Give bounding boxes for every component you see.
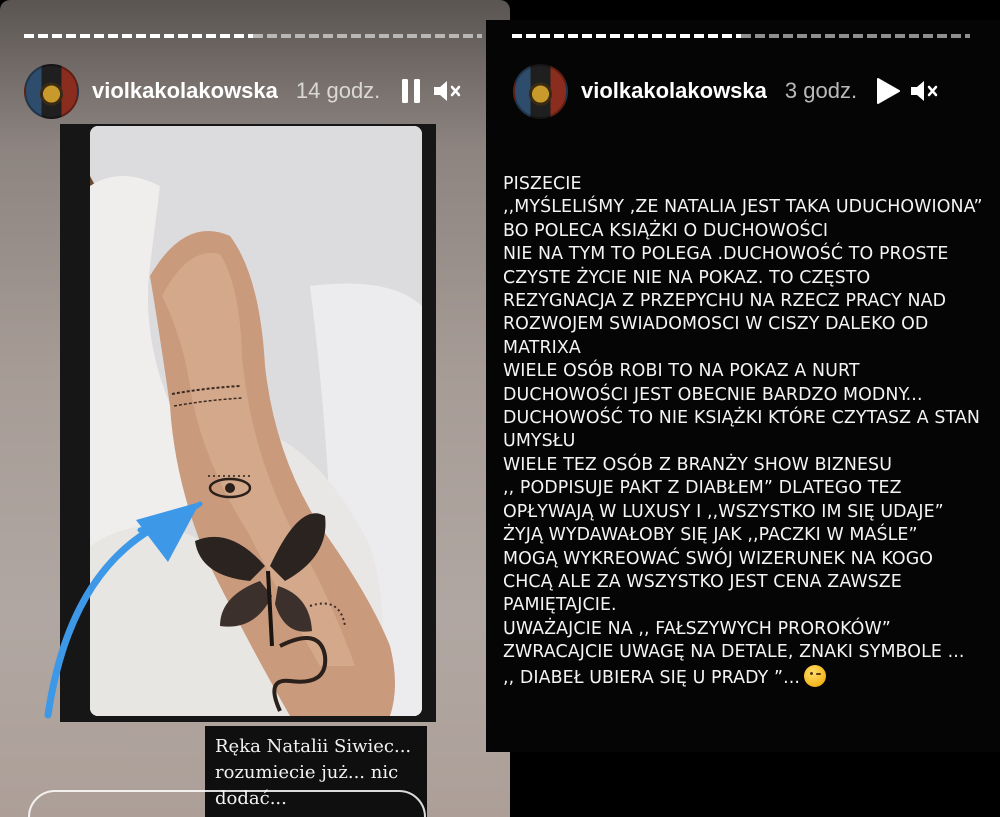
story-text: PISZECIE ,,MYŚLELIŚMY ,ZE NATALIA JEST T… bbox=[503, 173, 988, 690]
progress-segment-2 bbox=[253, 34, 482, 38]
reply-input[interactable] bbox=[28, 790, 426, 817]
arrow-annotation-icon bbox=[44, 501, 203, 719]
story-header: violkakolakowska 14 godz. bbox=[24, 62, 490, 120]
progress-segment-2 bbox=[741, 34, 970, 38]
avatar[interactable] bbox=[513, 63, 568, 119]
story-progress-bar bbox=[512, 34, 970, 40]
progress-segment-1 bbox=[512, 34, 741, 38]
winking-face-emoji-icon bbox=[804, 664, 826, 687]
progress-segment-1 bbox=[24, 34, 253, 38]
story-left: violkakolakowska 14 godz. Ręka Natalii S… bbox=[0, 0, 510, 817]
story-right: violkakolakowska 3 godz. PISZECIE ,,MYŚL… bbox=[486, 20, 1000, 752]
play-icon[interactable] bbox=[873, 76, 903, 106]
username[interactable]: violkakolakowska bbox=[92, 78, 278, 104]
story-progress-bar bbox=[24, 34, 482, 40]
avatar[interactable] bbox=[24, 63, 79, 119]
story-header: violkakolakowska 3 godz. bbox=[513, 62, 980, 120]
time-ago: 3 godz. bbox=[784, 78, 858, 103]
story-text-content: PISZECIE ,,MYŚLELIŚMY ,ZE NATALIA JEST T… bbox=[503, 174, 983, 688]
username[interactable]: violkakolakowska bbox=[581, 78, 767, 104]
mute-icon[interactable] bbox=[909, 76, 939, 106]
time-ago: 14 godz. bbox=[295, 78, 381, 103]
mute-icon[interactable] bbox=[432, 76, 462, 106]
pause-icon[interactable] bbox=[396, 76, 426, 106]
